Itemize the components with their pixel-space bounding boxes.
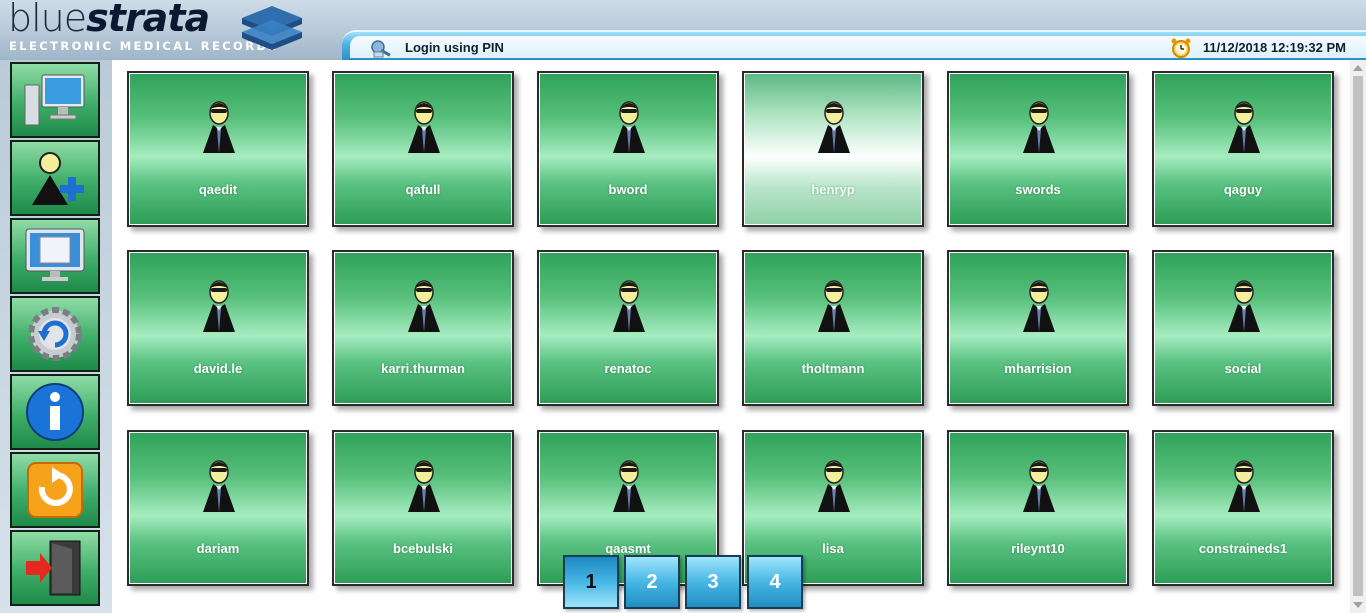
user-avatar-icon: [613, 280, 645, 332]
user-tile-bcebulski[interactable]: bcebulski: [332, 430, 514, 586]
undo-button[interactable]: [10, 452, 100, 528]
user-avatar-icon: [613, 101, 645, 153]
page-button-3[interactable]: 3: [685, 555, 741, 609]
info-button[interactable]: [10, 374, 100, 450]
user-tile-dariam[interactable]: dariam: [127, 430, 309, 586]
user-tile-social[interactable]: social: [1152, 250, 1334, 406]
logo-word-bold: strata: [86, 0, 210, 40]
computer-monitor-icon: [24, 74, 85, 126]
add-user-icon: [32, 152, 84, 205]
user-name-label: rileynt10: [1011, 541, 1065, 556]
user-name-label: qaasmt: [605, 541, 651, 556]
alarm-clock-icon: [1171, 38, 1191, 58]
user-name-label: karri.thurman: [381, 361, 465, 376]
user-tile-mharrision[interactable]: mharrision: [947, 250, 1129, 406]
exit-button[interactable]: [10, 530, 100, 606]
user-tile-swords[interactable]: swords: [947, 71, 1129, 227]
user-avatar-icon: [1023, 460, 1055, 512]
user-tile-constraineds1[interactable]: constraineds1: [1152, 430, 1334, 586]
user-name-label: david.le: [193, 361, 243, 376]
page-button-2[interactable]: 2: [624, 555, 680, 609]
user-avatar-icon: [613, 460, 645, 512]
user-name-label: swords: [1015, 182, 1061, 197]
user-tile-karri.thurman[interactable]: karri.thurman: [332, 250, 514, 406]
undo-arrow-icon: [27, 462, 83, 518]
user-tile-qaguy[interactable]: qaguy: [1152, 71, 1334, 227]
page-button-1[interactable]: 1: [563, 555, 619, 609]
user-avatar-icon: [818, 280, 850, 332]
user-name-label: dariam: [196, 541, 240, 556]
user-name-label: social: [1224, 361, 1262, 376]
desktop-window-button[interactable]: [10, 218, 100, 294]
user-avatar-icon: [408, 280, 440, 332]
bluestrata-logo: bluestrata ELECTRONIC MEDICAL RECORDS: [8, 0, 308, 58]
user-avatar-icon: [203, 280, 235, 332]
user-name-label: qaguy: [1223, 182, 1263, 197]
app-header: bluestrata ELECTRONIC MEDICAL RECORDS Lo…: [0, 0, 1366, 60]
desktop-window-icon: [25, 228, 85, 281]
user-avatar-icon: [818, 460, 850, 512]
logo-word-light: blue: [8, 0, 87, 40]
refresh-gear-icon: [28, 307, 82, 361]
user-tile-qaedit[interactable]: qaedit: [127, 71, 309, 227]
user-avatar-icon: [818, 101, 850, 153]
user-name-label: bcebulski: [393, 541, 453, 556]
user-avatar-icon: [1228, 101, 1260, 153]
user-name-label: mharrision: [1004, 361, 1072, 376]
current-datetime: 11/12/2018 12:19:32 PM: [1202, 40, 1346, 55]
user-avatar-icon: [1228, 280, 1260, 332]
user-avatar-icon: [408, 101, 440, 153]
user-tile-rileynt10[interactable]: rileynt10: [947, 430, 1129, 586]
status-bar: Login using PIN 11/12/2018 12:19:32 PM: [342, 30, 1366, 60]
user-name-label: tholtmann: [801, 361, 865, 376]
user-name-label: henryp: [811, 182, 855, 197]
user-name-label: bword: [608, 182, 648, 197]
user-avatar-icon: [203, 101, 235, 153]
info-icon: [26, 383, 84, 441]
user-name-label: qaedit: [198, 182, 238, 197]
user-avatar-icon: [203, 460, 235, 512]
scroll-up-arrow-icon[interactable]: [1353, 65, 1363, 71]
logo-subtitle: ELECTRONIC MEDICAL RECORDS: [9, 39, 280, 53]
user-avatar-icon: [1023, 280, 1055, 332]
exit-door-icon: [26, 540, 81, 596]
user-name-label: lisa: [822, 541, 844, 556]
user-name-label: qafull: [405, 182, 441, 197]
user-name-label: constraineds1: [1198, 541, 1288, 556]
user-tile-renatoc[interactable]: renatoc: [537, 250, 719, 406]
refresh-settings-button[interactable]: [10, 296, 100, 372]
user-name-label: renatoc: [604, 361, 652, 376]
add-user-button[interactable]: [10, 140, 100, 216]
key-login-icon: [371, 40, 391, 58]
user-tile-qafull[interactable]: qafull: [332, 71, 514, 227]
user-tile-tholtmann[interactable]: tholtmann: [742, 250, 924, 406]
computer-button[interactable]: [10, 62, 100, 138]
logo-wordmark: bluestrata: [8, 0, 210, 40]
sidebar: [0, 60, 112, 613]
user-tile-henryp[interactable]: henryp: [742, 71, 924, 227]
scroll-down-arrow-icon[interactable]: [1353, 602, 1363, 608]
user-avatar-icon: [408, 460, 440, 512]
page-button-4[interactable]: 4: [747, 555, 803, 609]
login-using-pin-label: Login using PIN: [405, 40, 504, 55]
user-avatar-icon: [1228, 460, 1260, 512]
layers-logo-icon: [242, 6, 302, 50]
user-tile-david.le[interactable]: david.le: [127, 250, 309, 406]
user-avatar-icon: [1023, 101, 1055, 153]
scroll-thumb[interactable]: [1353, 76, 1363, 596]
user-tile-bword[interactable]: bword: [537, 71, 719, 227]
vertical-scrollbar[interactable]: [1350, 60, 1366, 613]
